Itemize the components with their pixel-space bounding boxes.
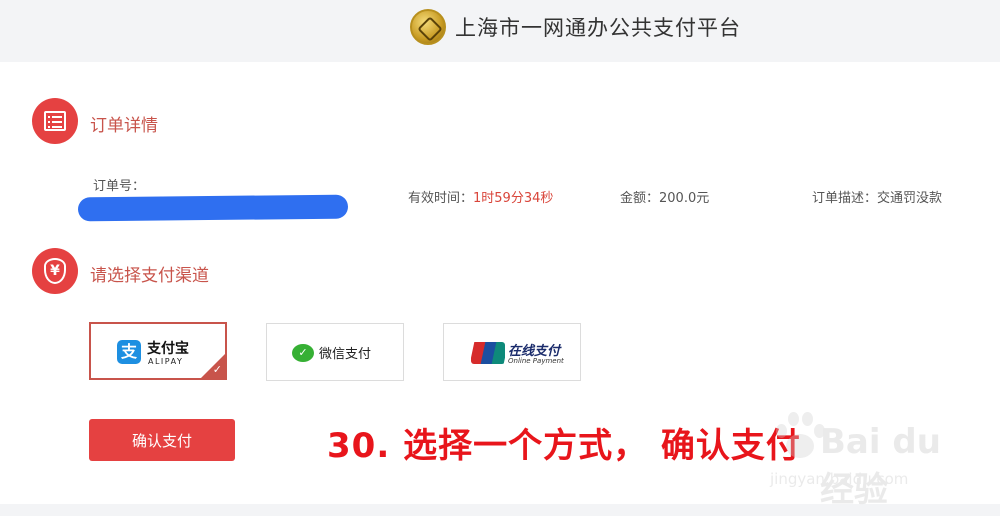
order-section-title: 订单详情 [90, 116, 158, 136]
pay-option-wechat[interactable]: ✓ 微信支付 [266, 323, 404, 381]
channel-section-title: 请选择支付渠道 [90, 266, 209, 286]
valid-time-value: 1时59分34秒 [473, 191, 554, 206]
tutorial-annotation: 30. 选择一个方式， 确认支付 [327, 426, 801, 466]
confirm-pay-button[interactable]: 确认支付 [89, 419, 235, 461]
unionpay-sublabel: Online Payment [508, 357, 564, 365]
check-icon: ✓ [212, 363, 222, 376]
order-description-value: 交通罚没款 [877, 191, 943, 206]
order-number-label: 订单号： [93, 179, 146, 194]
site-title: 上海市一网通办公共支付平台 [455, 16, 741, 40]
order-number-redacted [77, 194, 349, 222]
pay-option-alipay[interactable]: 支 支付宝 ALIPAY ✓ [89, 322, 227, 380]
alipay-sublabel: ALIPAY [148, 357, 184, 366]
watermark-text: Bai du 经验 [820, 422, 941, 510]
baidu-jingyan-watermark: Bai du 经验 jingyan.baidu.com [770, 404, 980, 510]
wechat-icon: ✓ [292, 344, 314, 362]
wechat-label: 微信支付 [319, 347, 372, 362]
header: 上海市一网通办公共支付平台 [0, 0, 1000, 62]
amount-value: 200.0元 [659, 191, 710, 206]
alipay-icon: 支 [117, 340, 141, 364]
pay-option-unionpay[interactable]: 在线支付 Online Payment [443, 323, 581, 381]
valid-time: 有效时间：1时59分34秒 [408, 191, 554, 206]
yen-shield-icon: ¥ [32, 248, 78, 294]
alipay-label: 支付宝 [147, 341, 189, 357]
unionpay-icon [471, 342, 505, 364]
watermark-url: jingyan.baidu.com [770, 470, 909, 488]
amount: 金额：200.0元 [620, 191, 710, 206]
list-icon [32, 98, 78, 144]
order-description: 订单描述：交通罚没款 [812, 191, 943, 206]
seal-logo-icon [410, 9, 446, 45]
paw-icon [772, 410, 826, 464]
